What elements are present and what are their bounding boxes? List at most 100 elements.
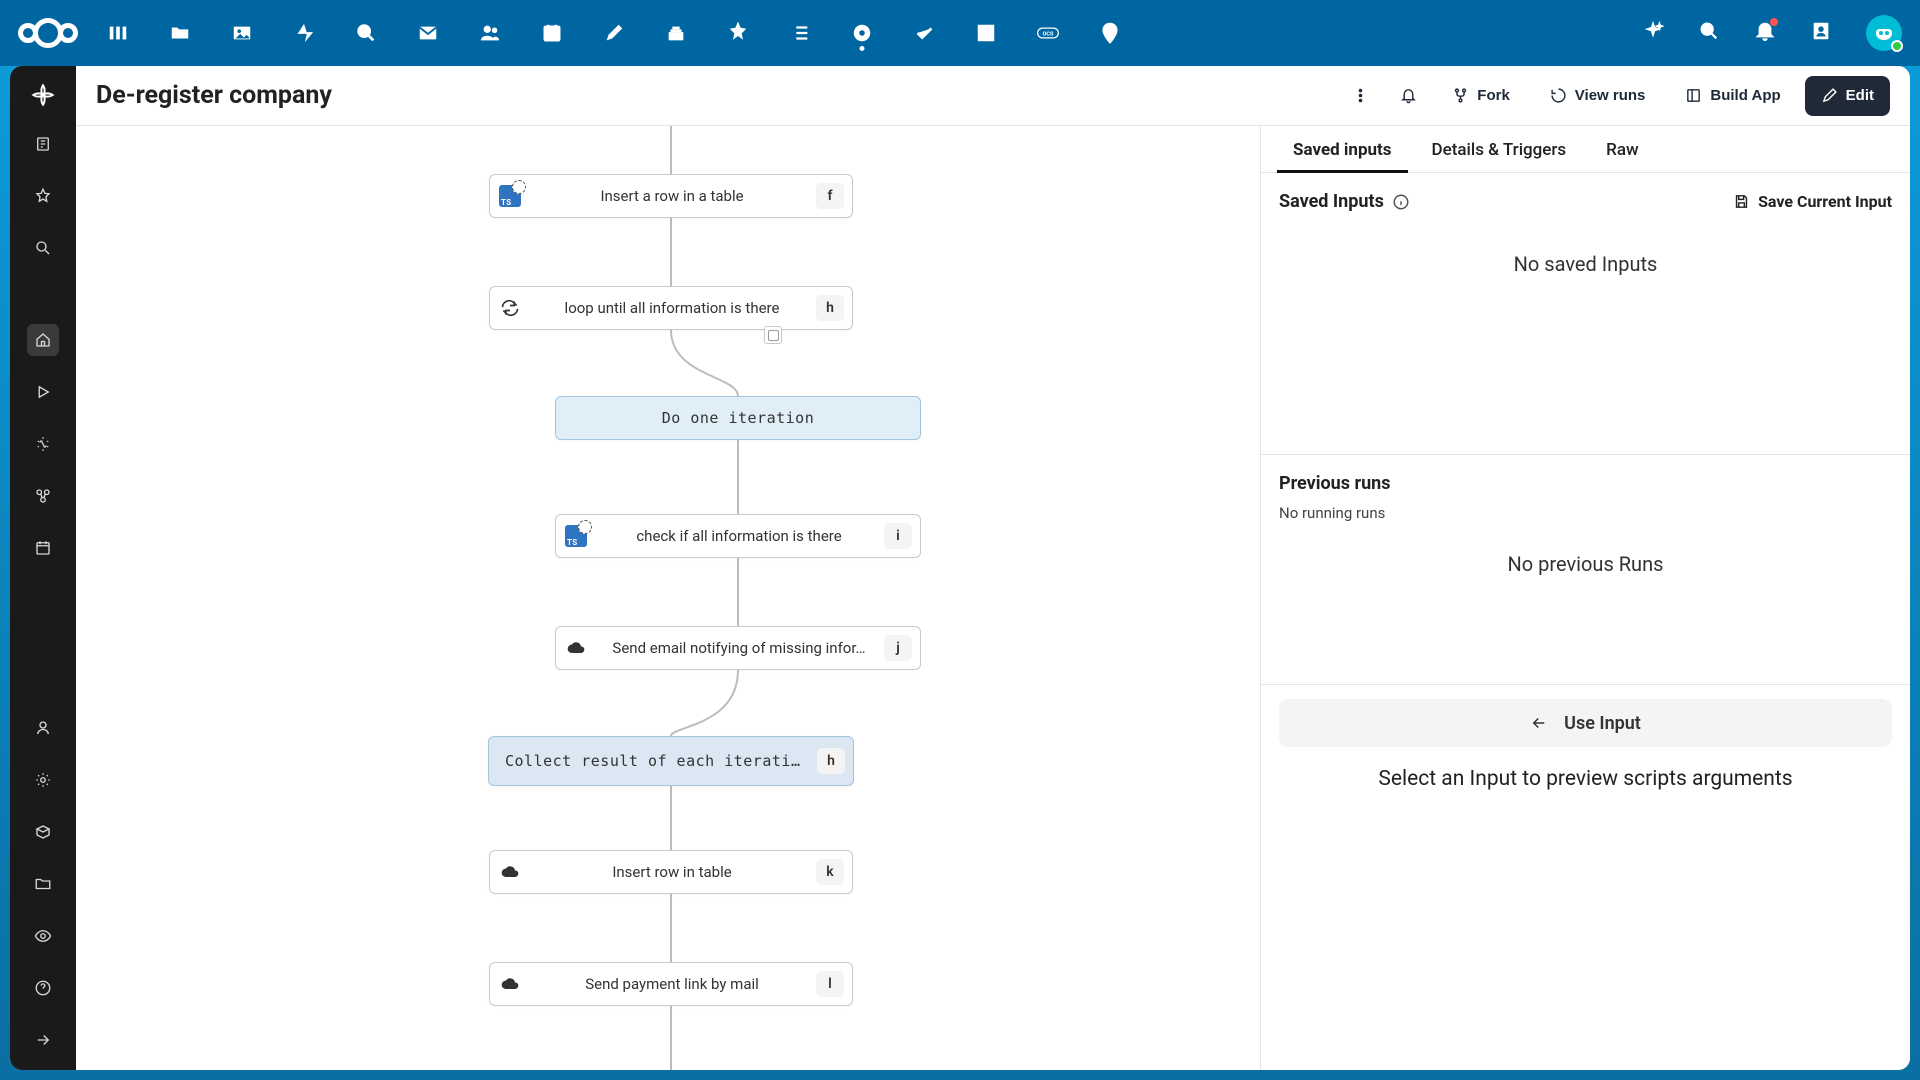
rail-resources[interactable] <box>27 480 59 512</box>
node-j[interactable]: Send email notifying of missing infor… j <box>555 626 921 670</box>
saved-inputs-title: Saved Inputs <box>1279 191 1384 212</box>
contacts-menu-icon[interactable] <box>1810 20 1832 46</box>
translate-icon[interactable] <box>726 21 750 45</box>
rail-home[interactable] <box>27 324 59 356</box>
rail-help[interactable] <box>27 972 59 1004</box>
node-iteration[interactable]: Do one iteration <box>555 396 921 440</box>
view-runs-label: View runs <box>1575 87 1646 104</box>
rail-runs[interactable] <box>27 376 59 408</box>
rail-audit[interactable] <box>27 920 59 952</box>
cloud-icon <box>498 860 522 884</box>
node-f[interactable]: TS Insert a row in a table f <box>489 174 853 218</box>
svg-text:OCS: OCS <box>1043 31 1054 37</box>
mail-icon[interactable] <box>416 21 440 45</box>
deck-icon[interactable] <box>664 21 688 45</box>
right-panel: Saved inputs Details & Triggers Raw Save… <box>1260 126 1910 1070</box>
node-h-key: h <box>816 295 844 321</box>
location-icon[interactable] <box>1098 21 1122 45</box>
node-l[interactable]: Send payment link by mail l <box>489 962 853 1006</box>
alerts-button[interactable] <box>1388 76 1428 116</box>
notifications-icon[interactable] <box>1754 20 1776 46</box>
tab-details-triggers[interactable]: Details & Triggers <box>1412 126 1587 172</box>
node-iter-label: Do one iteration <box>564 409 912 427</box>
typescript-icon: TS <box>498 184 522 208</box>
loop-icon <box>498 296 522 320</box>
flow-canvas[interactable]: TS Insert a row in a table f loop until … <box>76 126 1260 1070</box>
rail-schedules[interactable] <box>27 532 59 564</box>
node-h[interactable]: loop until all information is there h <box>489 286 853 330</box>
tasks-icon[interactable] <box>912 21 936 45</box>
node-collect[interactable]: Collect result of each iteration h <box>488 736 854 786</box>
use-input-label: Use Input <box>1564 713 1641 734</box>
node-k[interactable]: Insert row in table k <box>489 850 853 894</box>
edit-button[interactable]: Edit <box>1805 76 1890 116</box>
left-rail <box>10 66 76 1070</box>
search-icon[interactable] <box>1698 20 1720 46</box>
magnify-icon[interactable] <box>354 21 378 45</box>
notification-dot-icon <box>1770 18 1778 26</box>
status-dot-icon <box>1891 40 1903 52</box>
node-f-key: f <box>816 183 844 209</box>
rail-workspaces[interactable] <box>27 128 59 160</box>
contacts-icon[interactable] <box>478 21 502 45</box>
node-j-label: Send email notifying of missing infor… <box>594 639 884 657</box>
no-running-runs: No running runs <box>1279 504 1892 522</box>
tab-raw[interactable]: Raw <box>1586 126 1658 172</box>
fork-label: Fork <box>1477 87 1510 104</box>
files-icon[interactable] <box>168 21 192 45</box>
user-avatar[interactable] <box>1866 15 1902 51</box>
use-input-button[interactable]: Use Input <box>1279 699 1892 747</box>
rail-logo[interactable] <box>30 82 56 108</box>
node-h-label: loop until all information is there <box>528 299 816 317</box>
activity-icon[interactable] <box>292 21 316 45</box>
previous-runs-title: Previous runs <box>1279 473 1390 494</box>
page-title: De-register company <box>96 81 1332 110</box>
save-current-input[interactable]: Save Current Input <box>1733 192 1892 211</box>
node-f-label: Insert a row in a table <box>528 187 816 205</box>
ocs-icon[interactable]: OCS <box>1036 21 1060 45</box>
calendar-icon[interactable] <box>540 21 564 45</box>
more-button[interactable] <box>1340 76 1380 116</box>
select-input-message: Select an Input to preview scripts argum… <box>1279 747 1892 811</box>
arrow-left-icon <box>1530 714 1548 732</box>
node-i-key: i <box>884 523 912 549</box>
settings-icon[interactable] <box>850 21 874 45</box>
previous-runs-section: Previous runs No running runs No previou… <box>1261 455 1910 685</box>
node-j-key: j <box>884 635 912 661</box>
save-current-label: Save Current Input <box>1758 192 1892 211</box>
sparkle-icon[interactable] <box>1642 20 1664 46</box>
rail-workers[interactable] <box>27 816 59 848</box>
top-apps: OCS <box>106 21 1122 45</box>
node-collect-key: h <box>817 748 845 774</box>
rail-search[interactable] <box>27 232 59 264</box>
rail-settings[interactable] <box>27 764 59 796</box>
node-i[interactable]: TS check if all information is there i <box>555 514 921 558</box>
titlebar: De-register company Fork View runs Build… <box>76 66 1910 126</box>
save-icon <box>1733 193 1750 210</box>
use-input-section: Use Input Select an Input to preview scr… <box>1261 685 1910 825</box>
tables-icon[interactable] <box>974 21 998 45</box>
dashboard-icon[interactable] <box>106 21 130 45</box>
panel-tabs: Saved inputs Details & Triggers Raw <box>1261 126 1910 173</box>
build-app-button[interactable]: Build App <box>1669 76 1796 116</box>
rail-collapse[interactable] <box>27 1024 59 1056</box>
node-collect-label: Collect result of each iteration <box>497 752 817 770</box>
rail-variables[interactable] <box>27 428 59 460</box>
rail-user[interactable] <box>27 712 59 744</box>
saved-inputs-section: Saved Inputs Save Current Input No saved… <box>1261 173 1910 455</box>
notes-icon[interactable] <box>602 21 626 45</box>
typescript-icon: TS <box>564 524 588 548</box>
loop-plug[interactable] <box>764 326 782 344</box>
node-i-label: check if all information is there <box>594 527 884 545</box>
app-logo[interactable] <box>18 17 78 49</box>
rail-folders[interactable] <box>27 868 59 900</box>
fork-button[interactable]: Fork <box>1436 76 1526 116</box>
rail-favorites[interactable] <box>27 180 59 212</box>
view-runs-button[interactable]: View runs <box>1534 76 1662 116</box>
build-app-label: Build App <box>1710 87 1780 104</box>
lists-icon[interactable] <box>788 21 812 45</box>
cloud-icon <box>564 636 588 660</box>
info-icon[interactable] <box>1392 193 1410 211</box>
photos-icon[interactable] <box>230 21 254 45</box>
tab-saved-inputs[interactable]: Saved inputs <box>1273 126 1412 172</box>
